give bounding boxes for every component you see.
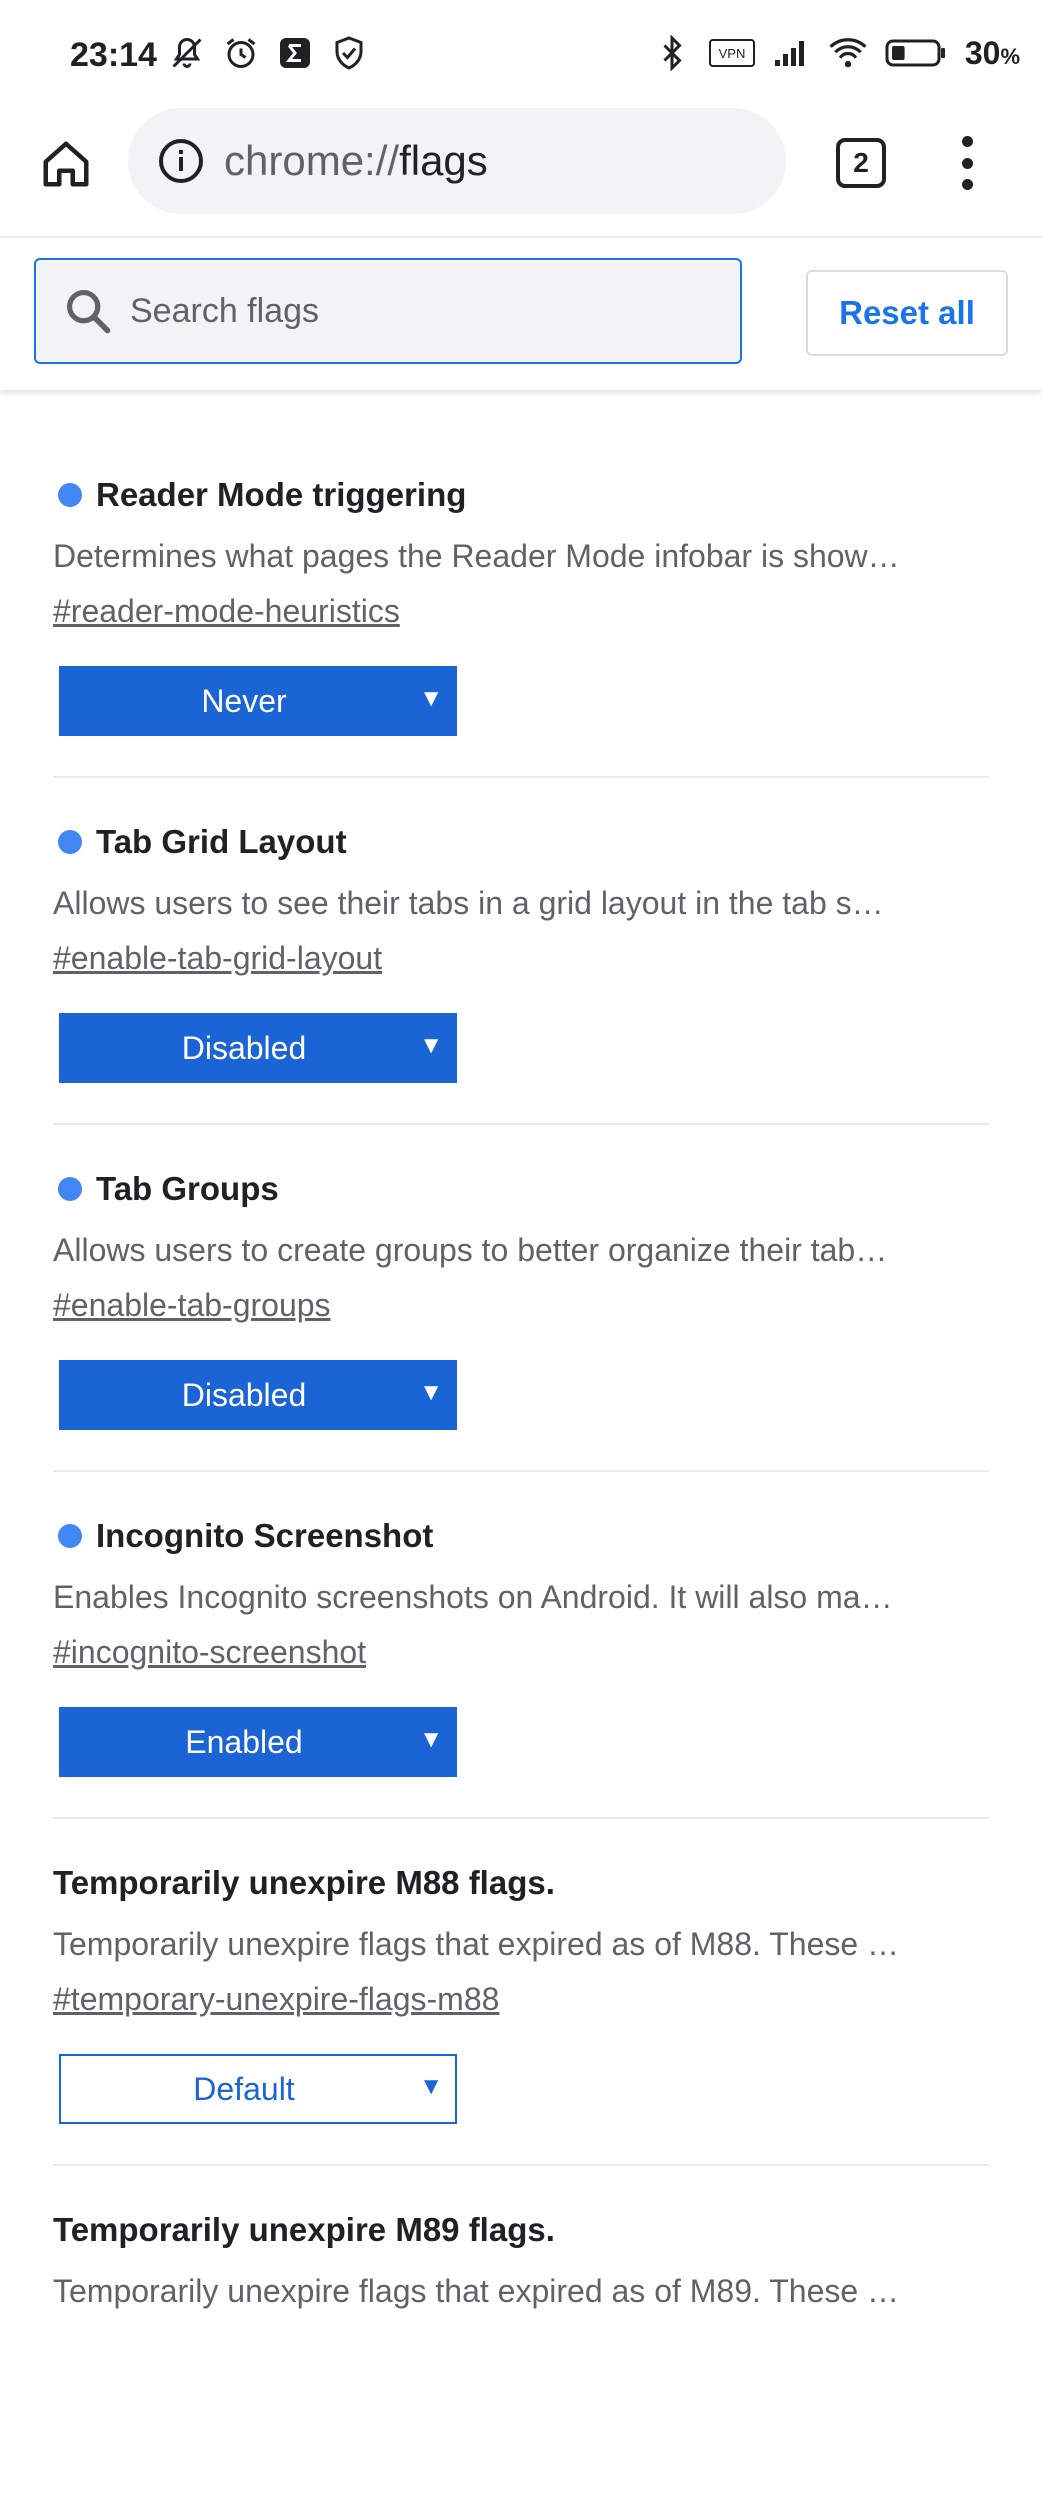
experiment-item: Temporarily unexpire M88 flags. Temporar… [53,1819,989,2166]
flags-header: Reset all [0,236,1042,390]
experiment-permalink[interactable]: #enable-tab-groups [53,1287,331,1324]
overflow-menu-button[interactable] [942,132,992,194]
menu-dot [961,136,973,147]
browser-toolbar: chrome://flags 2 [0,100,1042,236]
svg-text:VPN: VPN [718,46,745,61]
experiment-select[interactable]: Never ▼ [59,666,457,736]
experiment-permalink[interactable]: #reader-mode-heuristics [53,593,400,630]
experiment-description: Allows users to see their tabs in a grid… [53,885,884,921]
experiment-permalink[interactable]: #incognito-screenshot [53,1634,366,1671]
select-value: Disabled [181,1376,307,1413]
select-value: Default [193,2070,295,2107]
experiment-title-row: Temporarily unexpire M89 flags. [53,2211,555,2249]
tab-count: 2 [853,147,869,178]
search-box[interactable] [34,258,742,364]
experiments-list: Reader Mode triggering Determines what p… [0,388,1042,2513]
experiment-select[interactable]: Default ▼ [59,2054,457,2124]
select-value: Enabled [185,1723,303,1760]
vpn-icon: VPN [708,34,755,72]
experiment-title-row: Reader Mode triggering [53,476,466,514]
modified-indicator-dot [58,830,82,854]
experiment-title: Temporarily unexpire M89 flags. [53,2211,555,2248]
modified-indicator-dot [58,1524,82,1548]
experiment-title: Tab Groups [96,1170,279,1207]
select-value: Disabled [181,1029,307,1066]
select-value: Never [201,682,287,719]
url-text[interactable]: chrome://flags [224,137,488,185]
experiment-title-row: Tab Grid Layout [53,823,347,861]
menu-dot [961,179,973,190]
dropdown-arrow-icon: ▼ [419,2073,443,2100]
experiment-title: Tab Grid Layout [96,823,347,860]
status-left-icons [168,34,368,72]
battery-icon [885,34,947,72]
experiment-item: Incognito Screenshot Enables Incognito s… [53,1472,989,1819]
site-info-icon[interactable] [156,136,206,186]
experiment-title: Reader Mode triggering [96,476,467,513]
home-button[interactable] [34,132,98,196]
experiment-title: Temporarily unexpire M88 flags. [53,1864,555,1901]
experiment-title: Incognito Screenshot [96,1517,434,1554]
omnibox[interactable]: chrome://flags [128,108,786,214]
status-right-icons: VPN 30% [653,34,1020,72]
experiment-select[interactable]: Enabled ▼ [59,1707,457,1777]
modified-indicator-dot [58,483,82,507]
experiment-item: Tab Groups Allows users to create groups… [53,1125,989,1472]
experiment-title-row: Tab Groups [53,1170,279,1208]
search-icon [66,289,111,334]
experiment-description: Temporarily unexpire flags that expired … [53,1926,900,1962]
dropdown-arrow-icon: ▼ [419,1032,443,1059]
home-icon [43,141,89,187]
sigma-app-icon [276,34,314,72]
experiment-title-row: Temporarily unexpire M88 flags. [53,1864,555,1902]
experiment-permalink[interactable]: #enable-tab-grid-layout [53,940,382,977]
tab-switcher-button[interactable]: 2 [836,138,886,188]
status-time: 23:14 [70,36,157,74]
experiment-title-row: Incognito Screenshot [53,1517,433,1555]
alarm-icon [222,34,260,72]
reset-all-button[interactable]: Reset all [806,270,1008,356]
experiment-select[interactable]: Disabled ▼ [59,1013,457,1083]
experiment-description: Temporarily unexpire flags that expired … [53,2273,900,2309]
cell-signal-icon [773,34,811,72]
experiment-permalink[interactable]: #temporary-unexpire-flags-m88 [53,1981,499,2018]
experiment-select[interactable]: Disabled ▼ [59,1360,457,1430]
wifi-icon [829,34,867,72]
experiment-description: Enables Incognito screenshots on Android… [53,1579,893,1615]
search-input[interactable] [128,290,692,332]
modified-indicator-dot [58,1177,82,1201]
battery-percent: 30% [964,34,1020,71]
dropdown-arrow-icon: ▼ [419,1379,443,1406]
bluetooth-icon [653,34,691,72]
experiment-item: Reader Mode triggering Determines what p… [53,388,989,778]
experiment-description: Determines what pages the Reader Mode in… [53,538,900,574]
dropdown-arrow-icon: ▼ [419,1726,443,1753]
experiment-description: Allows users to create groups to better … [53,1232,888,1268]
menu-dot [961,157,973,169]
dropdown-arrow-icon: ▼ [419,685,443,712]
experiment-item: Tab Grid Layout Allows users to see thei… [53,778,989,1125]
shield-check-icon [330,34,368,72]
status-bar: 23:14 VPN 30% [0,0,1042,100]
experiment-item: Temporarily unexpire M89 flags. Temporar… [53,2166,989,2513]
mute-notifications-icon [168,34,206,72]
